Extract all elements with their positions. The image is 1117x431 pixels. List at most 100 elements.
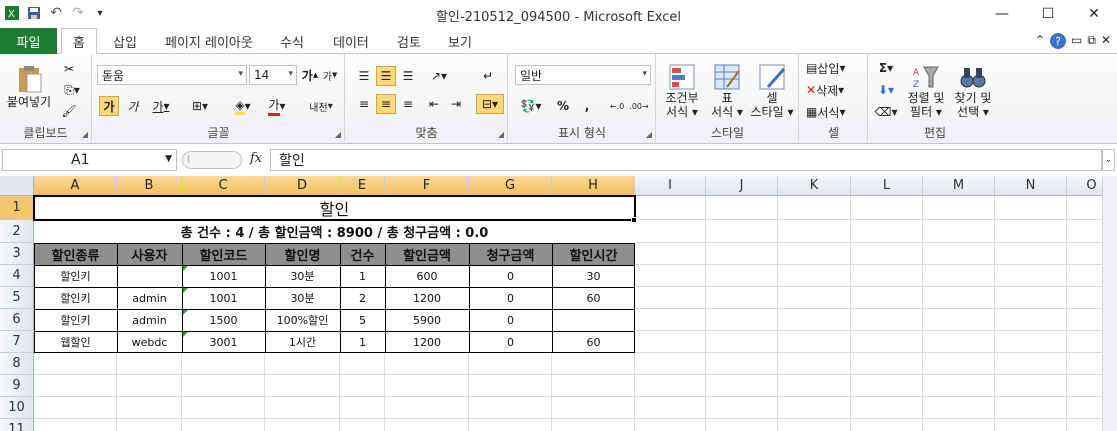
row-header-9[interactable]: 9 (0, 375, 34, 397)
row-header-8[interactable]: 8 (0, 353, 34, 375)
row-header-11[interactable]: 11 (0, 419, 34, 431)
table-cell[interactable]: 웹할인 (34, 331, 117, 353)
formula-bar-splitter[interactable]: ( (182, 151, 242, 169)
borders-icon[interactable]: ⊞▾ (187, 96, 213, 116)
error-indicator-icon[interactable] (183, 288, 188, 293)
clipboard-launcher-icon[interactable]: ◢ (82, 130, 88, 139)
tab-file[interactable]: 파일 (0, 28, 57, 54)
row-header-10[interactable]: 10 (0, 397, 34, 419)
table-header-cell[interactable]: 할인종류 (34, 243, 117, 265)
table-cell[interactable]: 할인키 (34, 309, 117, 331)
summary-cell[interactable]: 총 건수 : 4 / 총 할인금액 : 8900 / 총 청구금액 : 0.0 (34, 220, 635, 243)
row-header-4[interactable]: 4 (0, 265, 34, 287)
grow-font-button[interactable]: 가 ▲ (301, 66, 319, 84)
paste-button[interactable]: 붙여넣기 (4, 58, 54, 116)
table-cell[interactable]: 할인키 (34, 265, 117, 287)
column-header-l[interactable]: L (851, 176, 923, 196)
column-header-g[interactable]: G (469, 176, 552, 196)
minimize-button[interactable]: — (979, 0, 1025, 28)
formula-input[interactable]: 할인 (270, 149, 1102, 171)
percent-style-button[interactable]: % (555, 96, 571, 116)
table-cell[interactable]: 0 (469, 287, 552, 309)
font-name-combo[interactable]: 돋움 ▾ (97, 65, 247, 85)
tab-review[interactable]: 검토 (397, 28, 421, 54)
decrease-indent-icon[interactable]: ⇤ (424, 94, 444, 114)
copy-icon[interactable]: ⎘▾ (60, 81, 84, 99)
table-cell[interactable]: 0 (469, 265, 552, 287)
table-cell[interactable]: admin (117, 309, 182, 331)
table-cell[interactable]: 60 (552, 287, 635, 309)
tab-formulas[interactable]: 수식 (280, 28, 304, 54)
table-cell[interactable]: 60 (552, 331, 635, 353)
autosum-button[interactable]: Σ ▾ (873, 58, 899, 78)
format-as-table-button[interactable]: 표 서식 ▾ (707, 58, 747, 124)
table-cell[interactable]: 0 (469, 309, 552, 331)
row-header-3[interactable]: 3 (0, 243, 34, 265)
clear-icon[interactable]: ⌫▾ (873, 102, 899, 122)
format-cells-button[interactable]: ▦ 서식 ▾ (806, 102, 864, 122)
tab-view[interactable]: 보기 (448, 28, 472, 54)
cut-icon[interactable]: ✂ (60, 60, 78, 78)
table-header-cell[interactable]: 청구금액 (469, 243, 552, 265)
table-cell[interactable]: 3001 (182, 331, 265, 353)
table-cell[interactable]: 1200 (385, 331, 469, 353)
table-cell[interactable]: 5 (340, 309, 385, 331)
row-header-6[interactable]: 6 (0, 309, 34, 331)
table-cell[interactable]: 1001 (182, 265, 265, 287)
table-cell[interactable]: 1200 (385, 287, 469, 309)
column-header-b[interactable]: B (117, 176, 182, 196)
bold-button[interactable]: 가 (99, 96, 119, 116)
font-launcher-icon[interactable]: ◢ (335, 130, 341, 139)
format-painter-icon[interactable]: 🖌 (60, 102, 78, 120)
help-icon[interactable]: ? (1050, 33, 1067, 49)
table-cell[interactable]: 100%할인 (265, 309, 340, 331)
orientation-icon[interactable]: ↗▾ (424, 66, 454, 86)
column-header-f[interactable]: F (385, 176, 469, 196)
increase-decimal-icon[interactable]: ←.0 (607, 96, 627, 116)
phonetic-button[interactable]: 내천 ▾ (303, 96, 339, 116)
table-cell[interactable]: 30분 (265, 265, 340, 287)
error-indicator-icon[interactable] (183, 332, 188, 337)
align-bottom-icon[interactable]: ☰ (398, 66, 418, 86)
table-cell[interactable]: admin (117, 287, 182, 309)
table-cell[interactable]: 할인키 (34, 287, 117, 309)
increase-indent-icon[interactable]: ⇥ (446, 94, 466, 114)
row-header-5[interactable]: 5 (0, 287, 34, 309)
tab-page-layout[interactable]: 페이지 레이아웃 (165, 28, 253, 54)
insert-function-icon[interactable]: fx (250, 151, 262, 166)
row-header-7[interactable]: 7 (0, 331, 34, 353)
row-header-1[interactable]: 1 (0, 196, 34, 220)
row-header-2[interactable]: 2 (0, 220, 34, 243)
tab-home[interactable]: 홈 (61, 28, 97, 54)
workbook-restore-icon[interactable]: ⧉ (1087, 33, 1096, 49)
table-header-cell[interactable]: 건수 (340, 243, 385, 265)
tab-data[interactable]: 데이터 (333, 28, 369, 54)
number-format-combo[interactable]: 일반 ▾ (515, 65, 651, 85)
column-header-m[interactable]: M (923, 176, 995, 196)
wrap-text-icon[interactable]: ↵ (478, 66, 498, 86)
table-cell[interactable] (117, 265, 182, 287)
table-cell[interactable]: 1 (340, 331, 385, 353)
fill-icon[interactable]: ⬇▾ (873, 80, 899, 100)
error-indicator-icon[interactable] (183, 310, 188, 315)
underline-button[interactable]: 가 ▾ (147, 96, 175, 116)
table-header-cell[interactable]: 할인시간 (552, 243, 635, 265)
find-select-button[interactable]: 찾기 및 선택 ▾ (949, 58, 997, 124)
table-cell[interactable]: 30분 (265, 287, 340, 309)
table-cell[interactable]: 1001 (182, 287, 265, 309)
font-size-combo[interactable]: 14 ▾ (249, 65, 297, 85)
table-cell[interactable]: 1 (340, 265, 385, 287)
merge-center-icon[interactable]: ⊟▾ (476, 94, 504, 114)
fill-color-icon[interactable]: ◈ ▾ (229, 96, 257, 116)
table-cell[interactable] (552, 309, 635, 331)
table-cell[interactable]: 0 (469, 331, 552, 353)
column-header-i[interactable]: I (635, 176, 706, 196)
align-center-icon[interactable]: ≡ (376, 94, 396, 114)
tab-insert[interactable]: 삽입 (113, 28, 137, 54)
expand-formula-bar-icon[interactable]: ⌄ (1102, 149, 1115, 171)
font-color-button[interactable]: 가 ▾ (263, 96, 291, 116)
column-header-h[interactable]: H (552, 176, 635, 196)
comma-style-button[interactable]: , (579, 96, 595, 116)
cell-styles-button[interactable]: 셀 스타일 ▾ (747, 58, 797, 124)
column-header-j[interactable]: J (706, 176, 778, 196)
